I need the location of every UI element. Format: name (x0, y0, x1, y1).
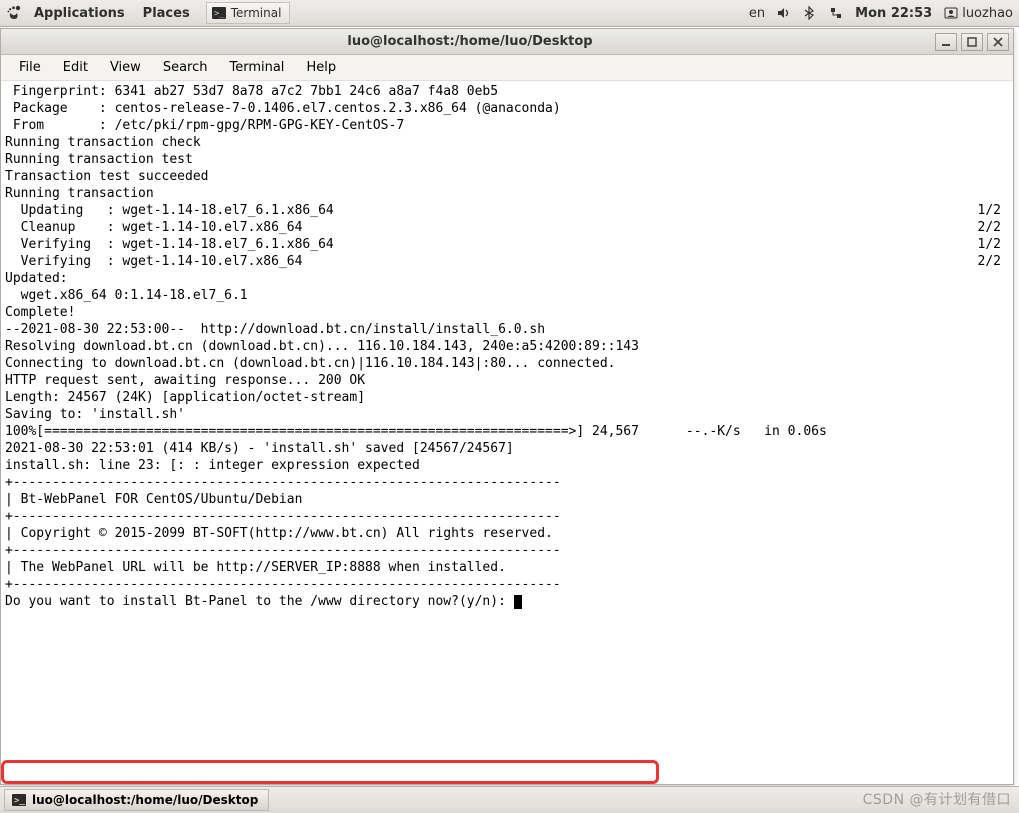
terminal-line: Complete! (5, 304, 1009, 321)
terminal-line: Fingerprint: 6341 ab27 53d7 8a78 a7c2 7b… (5, 83, 1009, 100)
terminal-line: Resolving download.bt.cn (download.bt.cn… (5, 338, 1009, 355)
menu-help[interactable]: Help (296, 57, 346, 78)
terminal-line: 100%[===================================… (5, 423, 1009, 440)
terminal-line: HTTP request sent, awaiting response... … (5, 372, 1009, 389)
panel-task-label: Terminal (231, 6, 282, 20)
menubar: File Edit View Search Terminal Help (1, 55, 1013, 81)
terminal-line: Running transaction check (5, 134, 1009, 151)
watermark: CSDN @有计划有借口 (863, 789, 1011, 809)
user-name: luozhao (962, 6, 1013, 21)
maximize-button[interactable] (961, 33, 983, 51)
terminal-line: | Copyright © 2015-2099 BT-SOFT(http://w… (5, 525, 1009, 542)
user-menu[interactable]: luozhao (944, 6, 1013, 21)
line-right-value: 1/2 (978, 202, 1001, 219)
volume-icon[interactable] (777, 6, 791, 20)
terminal-line: Transaction test succeeded (5, 168, 1009, 185)
terminal-line: Updating : wget-1.14-18.el7_6.1.x86_641/… (5, 202, 1009, 219)
line-right-value: 2/2 (978, 219, 1001, 236)
terminal-line: Running transaction (5, 185, 1009, 202)
terminal-line: +---------------------------------------… (5, 508, 1009, 525)
terminal-line: Package : centos-release-7-0.1406.el7.ce… (5, 100, 1009, 117)
terminal-output[interactable]: Fingerprint: 6341 ab27 53d7 8a78 a7c2 7b… (1, 81, 1013, 784)
applications-menu[interactable]: Applications (26, 2, 133, 25)
install-prompt[interactable]: Do you want to install Bt-Panel to the /… (5, 593, 1009, 610)
terminal-line: | Bt-WebPanel FOR CentOS/Ubuntu/Debian (5, 491, 1009, 508)
svg-text:>_: >_ (14, 796, 25, 806)
line-right-value: 1/2 (978, 236, 1001, 253)
taskbar-label: luo@localhost:/home/luo/Desktop (32, 793, 258, 807)
close-button[interactable] (987, 33, 1009, 51)
clock[interactable]: Mon 22:53 (855, 6, 932, 21)
terminal-line: +---------------------------------------… (5, 576, 1009, 593)
terminal-line: Cleanup : wget-1.14-10.el7.x86_642/2 (5, 219, 1009, 236)
places-menu[interactable]: Places (135, 2, 198, 25)
minimize-button[interactable] (935, 33, 957, 51)
terminal-icon: >_ (211, 5, 227, 21)
terminal-window: luo@localhost:/home/luo/Desktop File Edi… (0, 28, 1014, 785)
terminal-line: +---------------------------------------… (5, 542, 1009, 559)
terminal-line: Verifying : wget-1.14-10.el7.x86_642/2 (5, 253, 1009, 270)
taskbar-terminal-entry[interactable]: >_ luo@localhost:/home/luo/Desktop (4, 789, 269, 811)
panel-task-terminal[interactable]: >_ Terminal (206, 2, 291, 24)
keyboard-lang[interactable]: en (749, 6, 765, 21)
terminal-line: Length: 24567 (24K) [application/octet-s… (5, 389, 1009, 406)
line-right-value: 2/2 (978, 253, 1001, 270)
terminal-line: 2021-08-30 22:53:01 (414 KB/s) - 'instal… (5, 440, 1009, 457)
svg-text:>_: >_ (214, 9, 225, 19)
terminal-line: Updated: (5, 270, 1009, 287)
menu-search[interactable]: Search (153, 57, 218, 78)
cursor-icon (514, 595, 522, 609)
terminal-line: --2021-08-30 22:53:00-- http://download.… (5, 321, 1009, 338)
terminal-line: wget.x86_64 0:1.14-18.el7_6.1 (5, 287, 1009, 304)
menu-edit[interactable]: Edit (53, 57, 98, 78)
network-icon[interactable] (829, 6, 843, 20)
terminal-line: Running transaction test (5, 151, 1009, 168)
terminal-icon: >_ (11, 792, 27, 808)
terminal-line: Verifying : wget-1.14-18.el7_6.1.x86_641… (5, 236, 1009, 253)
user-icon (944, 6, 958, 20)
gnome-logo-icon (6, 5, 22, 21)
bluetooth-icon[interactable] (803, 6, 817, 20)
terminal-line: | The WebPanel URL will be http://SERVER… (5, 559, 1009, 576)
terminal-line: Connecting to download.bt.cn (download.b… (5, 355, 1009, 372)
top-panel: Applications Places >_ Terminal en Mon 2… (0, 0, 1019, 27)
terminal-line: +---------------------------------------… (5, 474, 1009, 491)
titlebar[interactable]: luo@localhost:/home/luo/Desktop (1, 29, 1013, 55)
menu-file[interactable]: File (9, 57, 51, 78)
terminal-line: install.sh: line 23: [: : integer expres… (5, 457, 1009, 474)
terminal-line: From : /etc/pki/rpm-gpg/RPM-GPG-KEY-Cent… (5, 117, 1009, 134)
window-title: luo@localhost:/home/luo/Desktop (5, 34, 935, 49)
terminal-line: Saving to: 'install.sh' (5, 406, 1009, 423)
menu-view[interactable]: View (100, 57, 151, 78)
menu-terminal[interactable]: Terminal (219, 57, 294, 78)
